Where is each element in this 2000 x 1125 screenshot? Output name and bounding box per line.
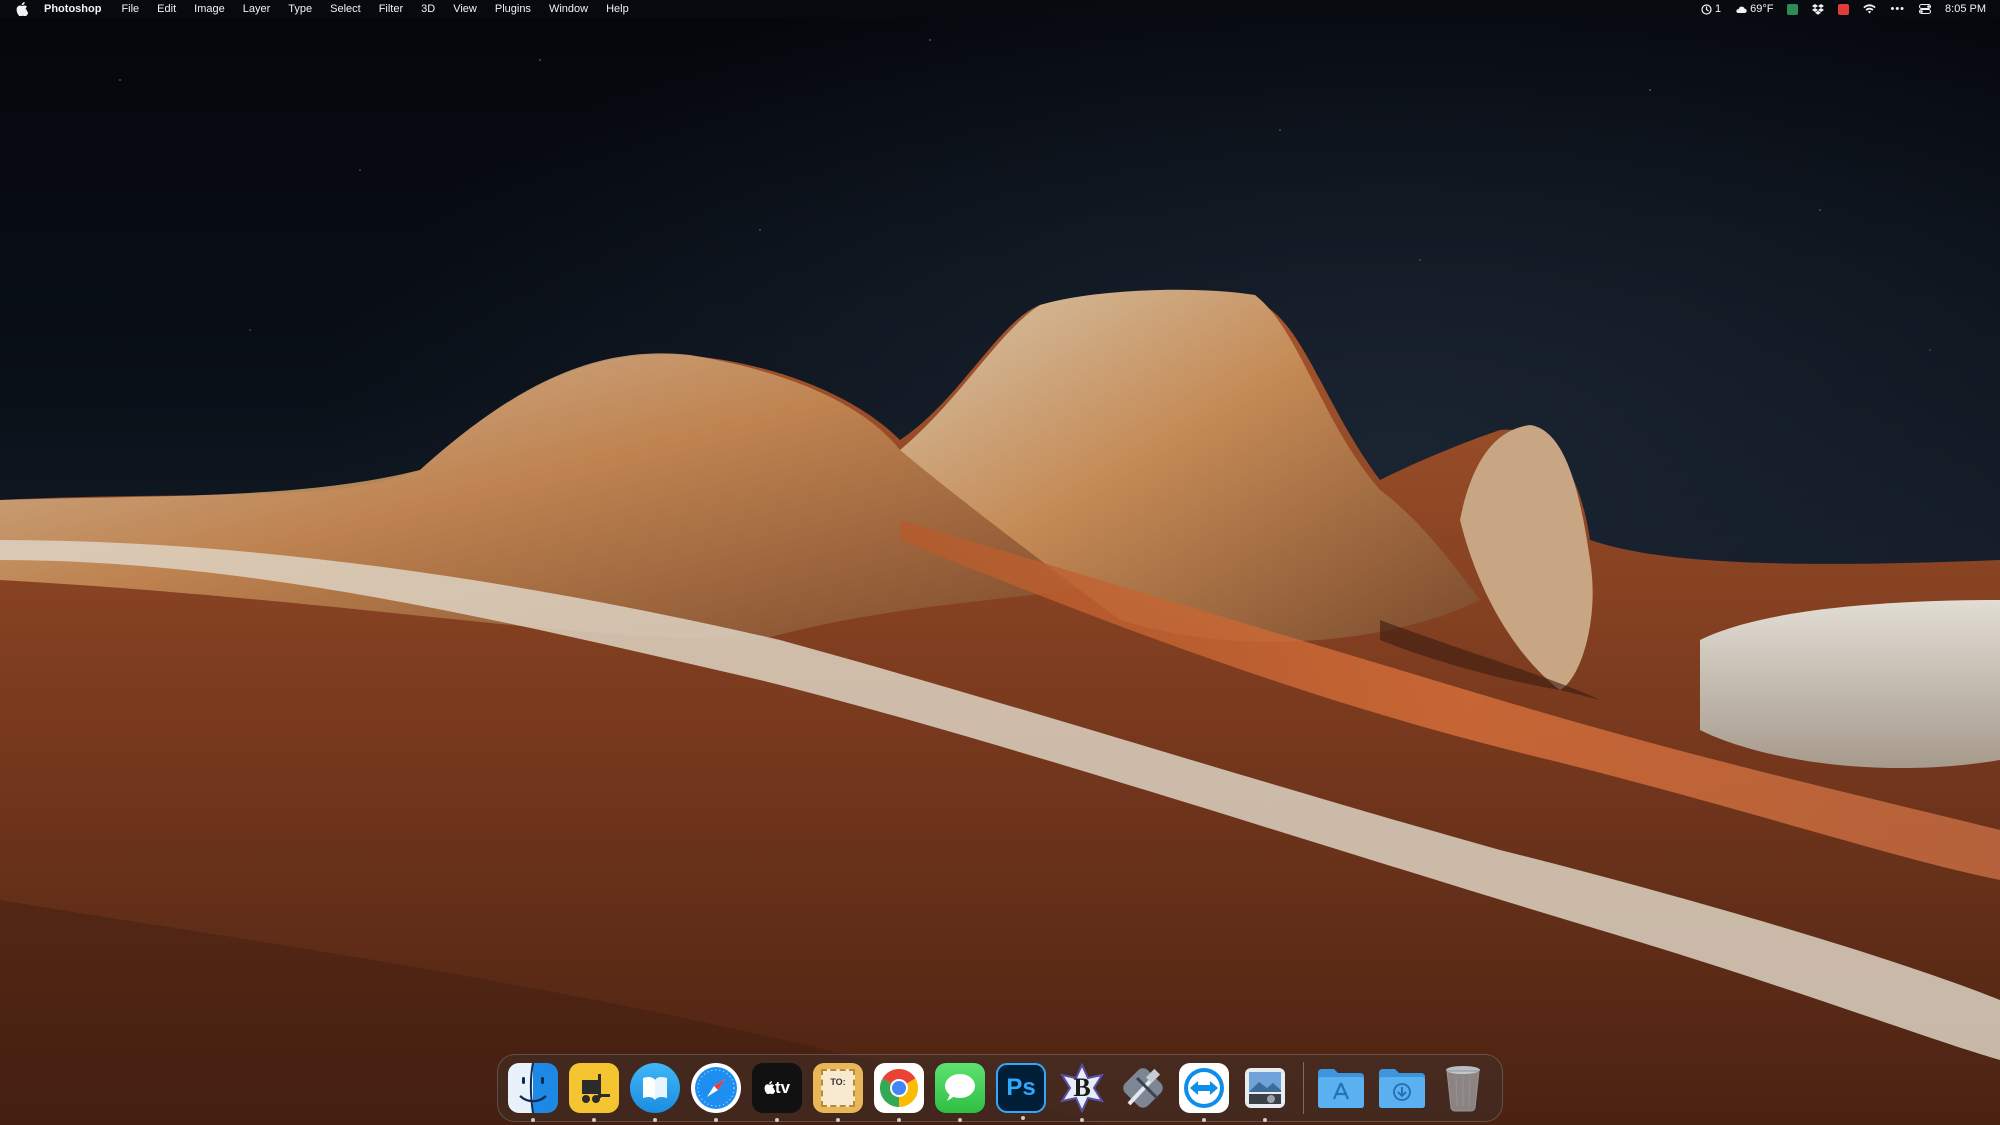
app-menu[interactable]: Photoshop [44, 3, 101, 15]
bbedit-icon: B [1073, 1073, 1091, 1102]
menu-layer[interactable]: Layer [243, 3, 271, 15]
rock-landscape [0, 289, 2000, 1125]
stamps-icon: TO: [821, 1069, 855, 1107]
menu-3d[interactable]: 3D [421, 3, 435, 15]
downloads-folder-icon [1379, 1069, 1425, 1108]
more-icon[interactable]: ••• [1890, 3, 1905, 15]
menu-type[interactable]: Type [288, 3, 312, 15]
running-indicator [836, 1118, 840, 1122]
dock-chrome[interactable] [874, 1063, 924, 1122]
running-indicator [653, 1118, 657, 1122]
running-indicator [1202, 1118, 1206, 1122]
dock-teamviewer[interactable] [1179, 1063, 1229, 1122]
menu-view[interactable]: View [453, 3, 477, 15]
dock-xcode[interactable] [1118, 1063, 1168, 1113]
dock-safari[interactable] [691, 1063, 741, 1122]
teamviewer-icon [1184, 1068, 1224, 1108]
dock-divider [1303, 1062, 1304, 1114]
menu-filter[interactable]: Filter [379, 3, 403, 15]
running-indicator [1263, 1118, 1267, 1122]
photoshop-icon: Ps [1006, 1074, 1036, 1101]
dock-books[interactable] [630, 1063, 680, 1122]
tv-label: tv [774, 1078, 791, 1097]
menu-bar: Photoshop File Edit Image Layer Type Sel… [0, 0, 2000, 18]
messages-icon [945, 1074, 975, 1101]
screen-time-count: 1 [1714, 3, 1722, 15]
apple-menu-icon[interactable] [16, 2, 30, 16]
dock-applications-stack[interactable] [1316, 1063, 1366, 1113]
running-indicator [775, 1118, 779, 1122]
menu-plugins[interactable]: Plugins [495, 3, 531, 15]
dock-tv[interactable]: tv [752, 1063, 802, 1122]
weather-temperature: 69°F [1750, 3, 1774, 15]
grammarly-icon[interactable] [1787, 3, 1799, 15]
dock-transmit[interactable] [569, 1063, 619, 1122]
running-indicator [592, 1118, 596, 1122]
dropbox-icon[interactable] [1812, 3, 1825, 15]
desktop-wallpaper [0, 0, 2000, 1125]
running-indicator [714, 1118, 718, 1122]
dock-trash[interactable] [1438, 1063, 1488, 1113]
books-icon [643, 1076, 667, 1100]
applications-folder-icon [1318, 1069, 1364, 1108]
trash-icon [1446, 1066, 1480, 1112]
menu-clock[interactable]: 8:05 PM [1945, 3, 1986, 15]
stamps-label: TO: [830, 1077, 846, 1087]
control-center-icon[interactable] [1919, 4, 1932, 14]
dock-bbedit[interactable]: B [1057, 1063, 1107, 1122]
screen-time-status[interactable]: 1 [1701, 3, 1721, 15]
hourglass-person-icon [1701, 3, 1712, 15]
apple-tv-icon: tv [764, 1078, 790, 1098]
calendar-badge-icon[interactable] [1838, 3, 1850, 15]
dock-messages[interactable] [935, 1063, 985, 1122]
dock-photoshop[interactable]: Ps [996, 1063, 1046, 1120]
running-indicator [897, 1118, 901, 1122]
menu-select[interactable]: Select [330, 3, 361, 15]
menu-edit[interactable]: Edit [157, 3, 176, 15]
menu-help[interactable]: Help [606, 3, 629, 15]
menu-image[interactable]: Image [194, 3, 225, 15]
dock-finder[interactable] [508, 1063, 558, 1122]
chrome-icon [879, 1069, 919, 1107]
cloud-moon-icon [1736, 6, 1747, 13]
weather-status[interactable]: 69°F [1735, 3, 1773, 15]
menu-window[interactable]: Window [549, 3, 588, 15]
running-indicator [958, 1118, 962, 1122]
running-indicator [1080, 1118, 1084, 1122]
xcode-icon [1123, 1068, 1163, 1108]
dock: tv TO: Ps B [497, 1054, 1503, 1122]
finder-icon [519, 1063, 547, 1113]
dock-downloads-stack[interactable] [1377, 1063, 1427, 1113]
safari-compass-icon [695, 1067, 737, 1109]
dock-stamps[interactable]: TO: [813, 1063, 863, 1122]
wifi-icon[interactable] [1863, 4, 1877, 14]
forklift-icon [582, 1074, 610, 1103]
menu-file[interactable]: File [121, 3, 139, 15]
dock-preview[interactable] [1240, 1063, 1290, 1122]
running-indicator [1021, 1116, 1025, 1120]
running-indicator [531, 1118, 535, 1122]
preview-icon [1245, 1068, 1285, 1108]
